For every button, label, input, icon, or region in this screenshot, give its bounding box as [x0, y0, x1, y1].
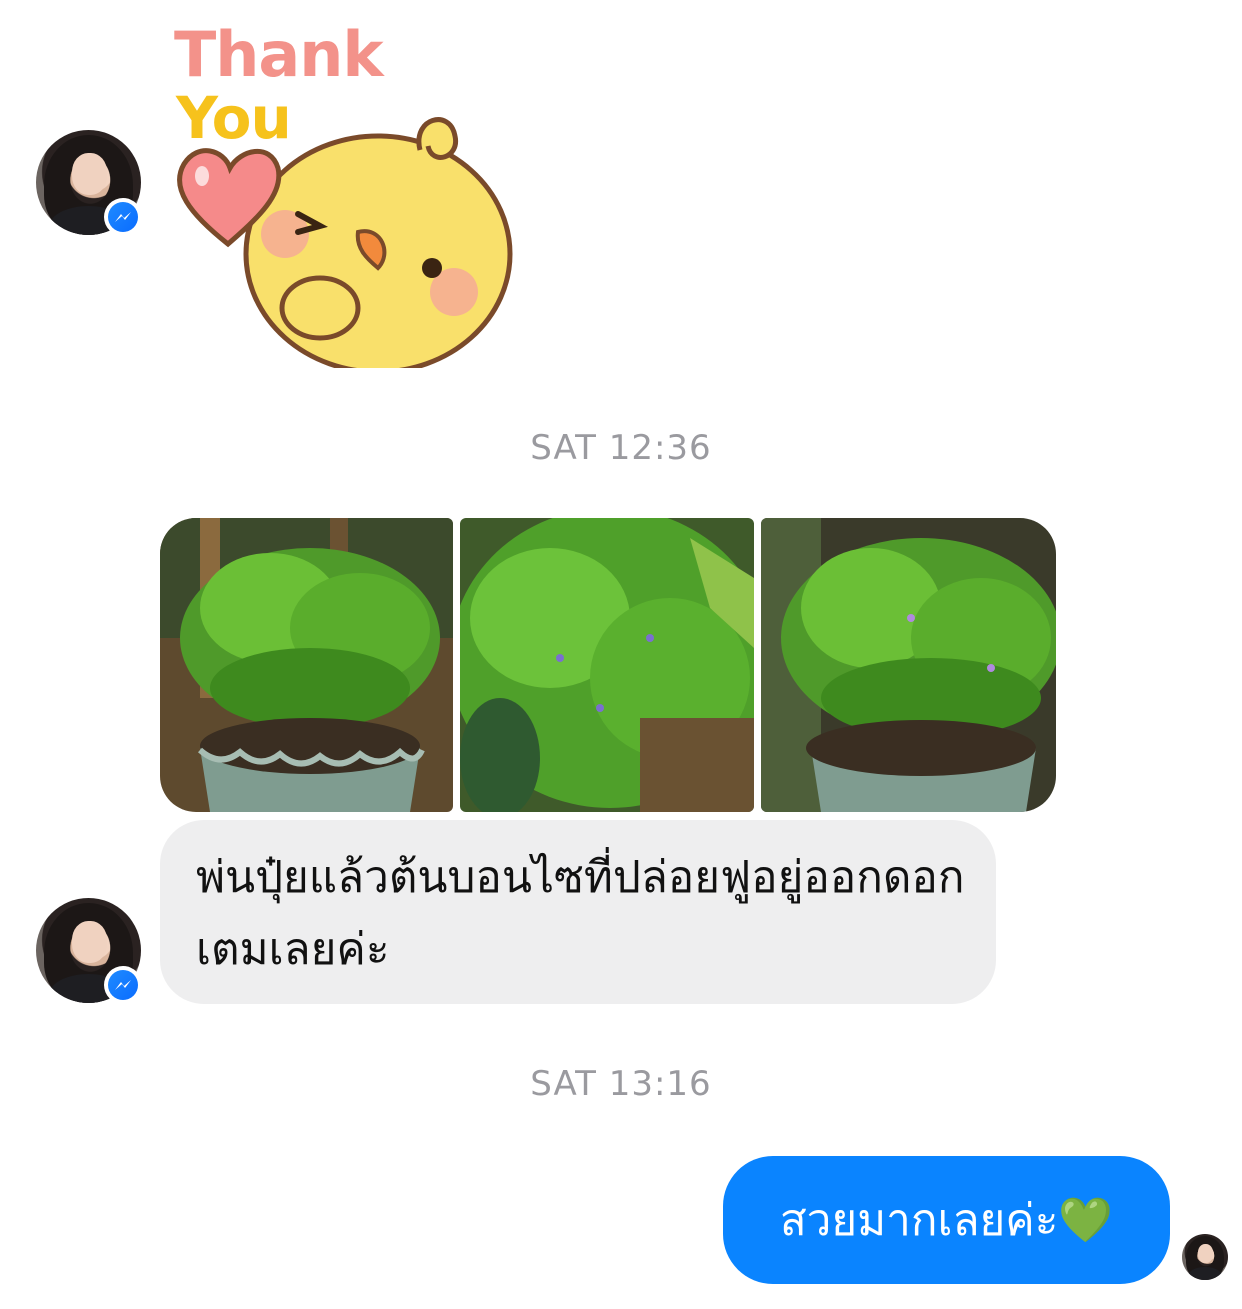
messenger-icon	[104, 966, 142, 1004]
avatar-face	[71, 921, 108, 964]
bonsai-photo-1-icon	[160, 518, 453, 812]
avatar-face	[71, 153, 108, 196]
read-receipt-avatar	[1182, 1234, 1228, 1280]
photo-2[interactable]	[460, 518, 754, 812]
avatar-body	[1187, 1267, 1223, 1280]
incoming-message-text: พ่นปุ๋ยแล้วต้นบอนไซที่ปล่อยฟูอยู่ออกดอกเ…	[196, 852, 965, 975]
bonsai-photo-3-icon	[761, 518, 1056, 812]
timestamp: SAT 12:36	[530, 428, 712, 468]
outgoing-message-bubble[interactable]: สวยมากเลยค่ะ💚	[723, 1156, 1170, 1284]
thank-you-sticker[interactable]: Thank You	[170, 18, 530, 378]
photo-1[interactable]	[160, 518, 453, 812]
photo-3[interactable]	[761, 518, 1056, 812]
sticker-you-text: You	[176, 84, 292, 152]
sticker-thank-text: Thank	[174, 18, 384, 91]
messenger-icon	[104, 198, 142, 236]
timestamp: SAT 13:16	[530, 1064, 712, 1104]
outgoing-message-text: สวยมากเลยค่ะ💚	[779, 1195, 1114, 1246]
bonsai-photo-2-icon	[460, 518, 754, 812]
incoming-message-bubble[interactable]: พ่นปุ๋ยแล้วต้นบอนไซที่ปล่อยฟูอยู่ออกดอกเ…	[160, 820, 996, 1004]
avatar-face	[1197, 1244, 1214, 1263]
